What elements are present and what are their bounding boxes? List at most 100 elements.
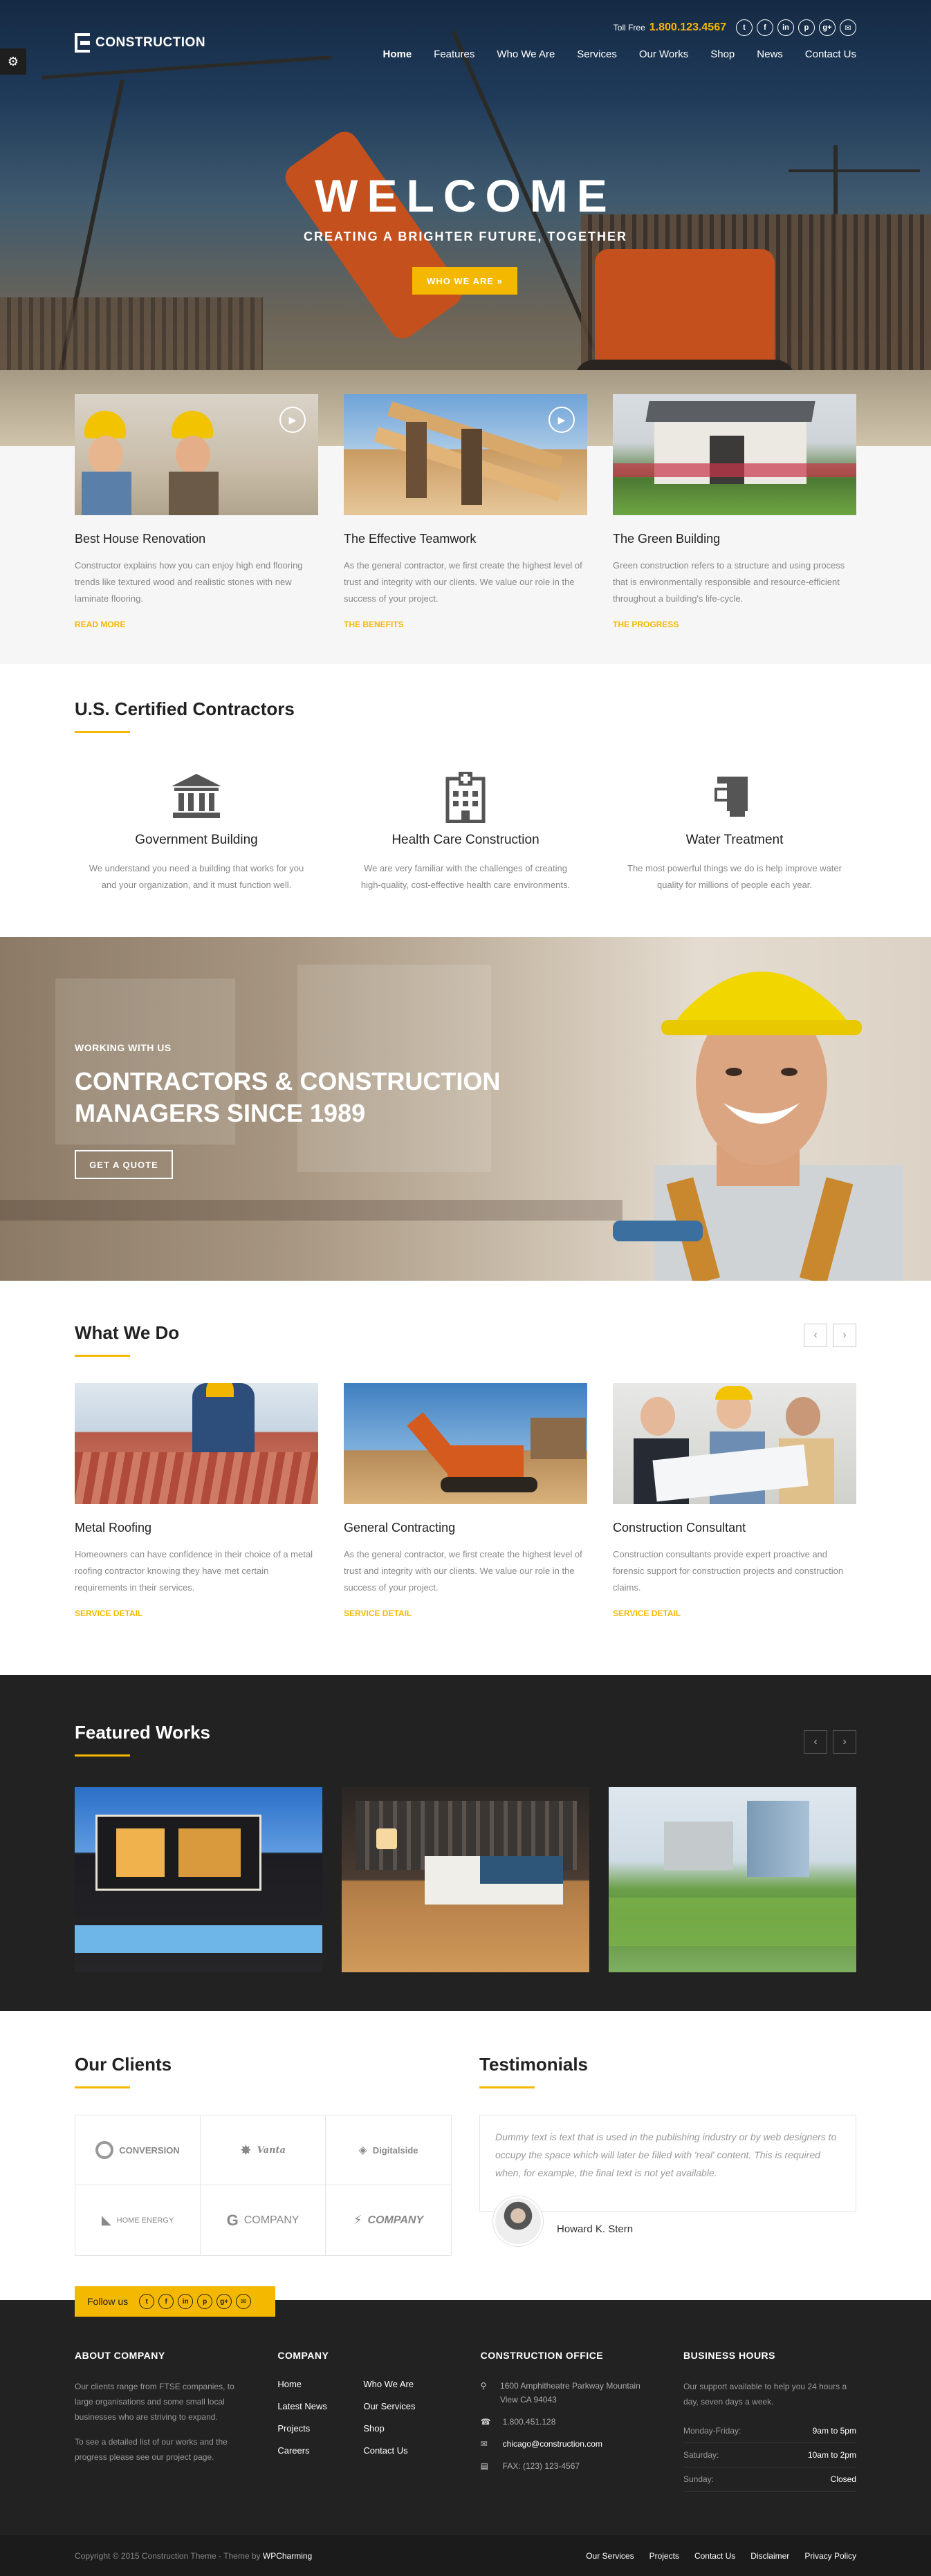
card-text: As the general contractor, we first crea… (344, 1549, 582, 1593)
play-icon[interactable]: ▶ (549, 407, 575, 433)
nav-who-we-are[interactable]: Who We Are (497, 48, 555, 60)
next-arrow-icon[interactable]: › (833, 1324, 856, 1347)
teamwork-image[interactable]: ▶ (344, 394, 587, 515)
hours-row: Saturday: 10am to 2pm (683, 2443, 856, 2467)
read-more-link[interactable]: READ MORE (75, 620, 318, 629)
pinterest-icon[interactable]: p (197, 2294, 213, 2309)
client-logo[interactable]: ◈ Digitalside (326, 2115, 451, 2185)
features-section: ▶ Best House Renovation Constructor expl… (0, 394, 931, 664)
footer-link-latest-news[interactable]: Latest News (277, 2401, 363, 2411)
google-plus-icon[interactable]: g+ (216, 2294, 232, 2309)
general-contracting-image[interactable] (344, 1383, 587, 1504)
work-item-office-park[interactable] (609, 1787, 856, 1972)
footer-link-shop[interactable]: Shop (363, 2423, 449, 2434)
consultant-image[interactable] (613, 1383, 856, 1504)
footer-link-careers[interactable]: Careers (277, 2445, 363, 2456)
benefits-link[interactable]: THE BENEFITS (344, 620, 587, 629)
client-logo[interactable]: ◣ HOME ENERGY (75, 2185, 201, 2255)
prev-arrow-icon[interactable]: ‹ (804, 1730, 827, 1754)
footer-heading: COMPANY (277, 2350, 329, 2361)
hero-subtitle: CREATING A BRIGHTER FUTURE, TOGETHER (304, 230, 627, 243)
client-logo[interactable]: ⚡ COMPANY (326, 2185, 451, 2255)
bottom-link-contact-us[interactable]: Contact Us (694, 2551, 735, 2561)
play-icon[interactable]: ▶ (279, 407, 306, 433)
phone-icon: ☎ (480, 2417, 491, 2427)
nav-shop[interactable]: Shop (710, 48, 735, 60)
hero-section: ⚙ CONSTRUCTION Toll Free 1.800.123.4567 … (0, 0, 931, 446)
who-we-are-button[interactable]: WHO WE ARE » (412, 267, 517, 295)
cert-text: We are very familiar with the challenges… (360, 863, 571, 890)
card-text: Constructor explains how you can enjoy h… (75, 560, 303, 604)
google-plus-icon[interactable]: g+ (819, 19, 836, 36)
title-underline (75, 1754, 130, 1757)
linkedin-icon[interactable]: in (777, 19, 794, 36)
office-phone[interactable]: 1.800.451.128 (503, 2415, 556, 2429)
client-logo[interactable]: G COMPANY (201, 2185, 326, 2255)
bottom-link-our-services[interactable]: Our Services (586, 2551, 634, 2561)
get-quote-button[interactable]: GET A QUOTE (75, 1150, 173, 1179)
star-logo-icon: ✸ (240, 2142, 252, 2158)
footer-link-contact-us[interactable]: Contact Us (363, 2445, 449, 2456)
section-title: Testimonials (479, 2054, 589, 2075)
clients-testimonials-section: Our Clients CONVERSION ✸ Vanta ◈ Digitalsi… (0, 2011, 931, 2300)
card-title: Metal Roofing (75, 1521, 152, 1535)
nav-services[interactable]: Services (577, 48, 617, 60)
water-tap-icon (613, 769, 856, 824)
work-item-bedroom[interactable] (342, 1787, 589, 1972)
worker-image (613, 972, 903, 1281)
service-detail-link[interactable]: SERVICE DETAIL (75, 1609, 318, 1618)
card-title: General Contracting (344, 1521, 456, 1535)
service-card: General Contracting As the general contr… (344, 1383, 587, 1618)
progress-link[interactable]: THE PROGRESS (613, 620, 856, 629)
client-logo[interactable]: CONVERSION (75, 2115, 201, 2185)
avatar (493, 2196, 543, 2246)
settings-gear-icon[interactable]: ⚙ (0, 48, 26, 75)
nav-features[interactable]: Features (434, 48, 474, 60)
email-icon[interactable]: ✉ (840, 19, 856, 36)
nav-news[interactable]: News (757, 48, 783, 60)
crane-arm-graphic (42, 55, 332, 80)
bottom-link-privacy-policy[interactable]: Privacy Policy (804, 2551, 856, 2561)
nav-home[interactable]: Home (382, 48, 412, 60)
twitter-icon[interactable]: t (139, 2294, 155, 2309)
about-text: To see a detailed list of our works and … (75, 2437, 228, 2462)
metal-roofing-image[interactable] (75, 1383, 318, 1504)
clients-column: Our Clients CONVERSION ✸ Vanta ◈ Digitalsi… (75, 2054, 452, 2256)
footer-link-our-services[interactable]: Our Services (363, 2401, 449, 2411)
nav-our-works[interactable]: Our Works (639, 48, 688, 60)
hours-day: Saturday: (683, 2450, 719, 2460)
nav-contact-us[interactable]: Contact Us (805, 48, 856, 60)
footer-link-home[interactable]: Home (277, 2379, 363, 2389)
follow-label: Follow us (87, 2296, 129, 2307)
next-arrow-icon[interactable]: › (833, 1730, 856, 1754)
client-name: Vanta (257, 2144, 286, 2156)
tollfree-number[interactable]: 1.800.123.4567 (649, 21, 726, 34)
testimonial-author: Howard K. Stern (479, 2196, 856, 2246)
twitter-icon[interactable]: t (736, 19, 753, 36)
renovation-image[interactable]: ▶ (75, 394, 318, 515)
footer-link-who-we-are[interactable]: Who We Are (363, 2379, 449, 2389)
client-logo[interactable]: ✸ Vanta (201, 2115, 326, 2185)
theme-author-link[interactable]: WPCharming (263, 2551, 312, 2561)
section-title: Our Clients (75, 2054, 172, 2075)
bottom-link-disclaimer[interactable]: Disclaimer (750, 2551, 789, 2561)
brand-name: CONSTRUCTION (95, 35, 206, 50)
card-title: Construction Consultant (613, 1521, 746, 1535)
office-email[interactable]: chicago@construction.com (503, 2437, 602, 2451)
linkedin-icon[interactable]: in (178, 2294, 194, 2309)
service-detail-link[interactable]: SERVICE DETAIL (344, 1609, 587, 1618)
pinterest-icon[interactable]: p (798, 19, 815, 36)
footer-link-projects[interactable]: Projects (277, 2423, 363, 2434)
work-item-modern-house[interactable] (75, 1787, 322, 1972)
carousel-controls: ‹ › (804, 1324, 856, 1347)
copyright-label: Copyright © 2015 Construction Theme - Th… (75, 2551, 261, 2561)
site-logo[interactable]: CONSTRUCTION (75, 33, 205, 53)
green-building-image[interactable] (613, 394, 856, 515)
facebook-icon[interactable]: f (757, 19, 773, 36)
bottom-link-projects[interactable]: Projects (649, 2551, 679, 2561)
prev-arrow-icon[interactable]: ‹ (804, 1324, 827, 1347)
client-name: Digitalside (372, 2144, 418, 2156)
email-icon[interactable]: ✉ (236, 2294, 252, 2309)
facebook-icon[interactable]: f (158, 2294, 174, 2309)
service-detail-link[interactable]: SERVICE DETAIL (613, 1609, 856, 1618)
